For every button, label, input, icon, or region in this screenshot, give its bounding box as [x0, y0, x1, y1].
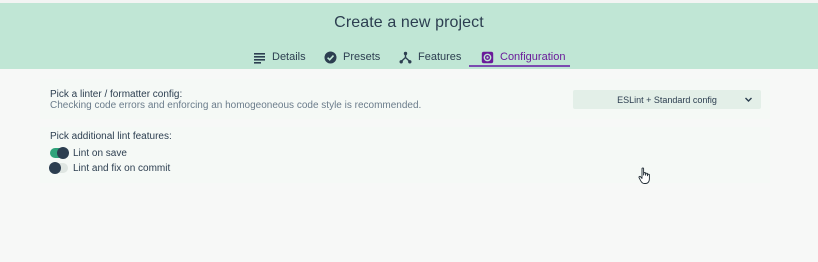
tab-features-label: Features: [418, 51, 462, 63]
chevron-down-icon: [744, 95, 753, 104]
linter-config-label: Pick a linter / formatter config:: [50, 89, 183, 100]
tab-details[interactable]: Details: [253, 45, 306, 69]
toggle-knob: [57, 147, 69, 159]
page-title: Create a new project: [334, 14, 484, 31]
fork-icon: [399, 51, 412, 64]
check-circle-icon: [324, 51, 337, 64]
lint-fix-on-commit-option[interactable]: Lint and fix on commit: [49, 161, 171, 175]
active-tab-indicator: [469, 65, 570, 67]
lint-features-section: Pick additional lint features: Lint on s…: [40, 127, 770, 183]
lint-on-save-label: Lint on save: [73, 147, 127, 159]
lint-fix-on-commit-label: Lint and fix on commit: [73, 162, 171, 174]
tab-configuration-label: Configuration: [500, 51, 566, 63]
list-icon: [253, 51, 266, 64]
linter-config-section: Pick a linter / formatter config: Checki…: [40, 79, 770, 119]
linter-config-description: Checking code errors and enforcing an ho…: [50, 100, 422, 111]
lint-on-save-toggle[interactable]: [50, 147, 69, 159]
settings-icon: [481, 51, 494, 64]
linter-config-selected-value: ESLint + Standard config: [617, 94, 717, 105]
tab-details-label: Details: [272, 51, 306, 63]
project-header: Create a new project Details Presets Fea…: [0, 3, 818, 69]
configuration-panel: Pick a linter / formatter config: Checki…: [0, 69, 818, 262]
lint-features-label: Pick additional lint features:: [50, 131, 172, 142]
hand-pointer-icon: [638, 167, 652, 185]
tab-features[interactable]: Features: [399, 45, 461, 69]
tab-bar: Details Presets Features Configuration: [0, 45, 818, 69]
linter-config-select[interactable]: ESLint + Standard config: [573, 90, 761, 109]
tab-presets[interactable]: Presets: [324, 45, 380, 69]
toggle-knob: [49, 162, 61, 174]
tab-presets-label: Presets: [343, 51, 381, 63]
lint-on-save-option[interactable]: Lint on save: [50, 146, 127, 160]
lint-fix-on-commit-toggle[interactable]: [49, 162, 68, 174]
